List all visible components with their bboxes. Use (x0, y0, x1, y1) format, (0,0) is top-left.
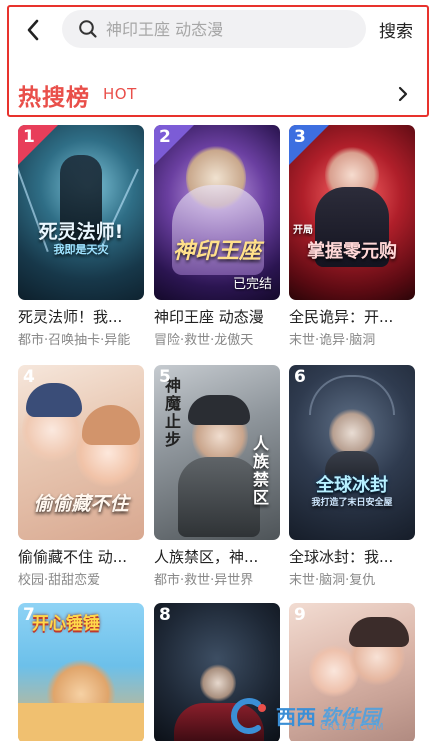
search-button[interactable]: 搜索 (379, 17, 413, 42)
comic-title: 全民诡异：开... (289, 308, 394, 326)
cover-subtitle: 我即是天灾 (53, 243, 109, 256)
rank-number: 9 (294, 605, 306, 625)
cover-subtitle: 人族禁区 (252, 434, 269, 507)
rank-number: 7 (23, 605, 35, 625)
comic-tags: 校园·甜甜恋爱 (18, 573, 101, 588)
rank-number: 1 (23, 127, 35, 147)
hot-list-header[interactable]: 热搜榜 HOT (0, 72, 433, 116)
cover-title: 偷偷藏不住 (33, 493, 129, 515)
comic-title: 偷偷藏不住 动... (18, 548, 128, 566)
comic-cover: 偷偷藏不住 4 (18, 365, 144, 540)
comic-cover: 开心锤锤 7 (18, 603, 144, 741)
comic-tags: 末世·脑洞·复仇 (289, 573, 376, 588)
cover-subtitle: 我打造了末日安全屋 (311, 498, 393, 508)
rank-number: 4 (23, 367, 35, 387)
rank-number: 2 (159, 127, 171, 147)
rank-number: 3 (294, 127, 306, 147)
top-bar: 搜索 (0, 0, 433, 60)
comic-title: 神印王座 动态漫 (154, 308, 264, 326)
comic-card[interactable]: 死灵法师! 我即是天灾 1 死灵法师！我... 都市·召唤抽卡·异能 (18, 125, 144, 348)
rank-number: 8 (159, 605, 171, 625)
watermark-text: 西西 (276, 705, 316, 729)
comic-cover: 神魔止步 人族禁区 5 (154, 365, 280, 540)
watermark-url: CR173.COM (320, 722, 385, 733)
comic-cover: 全球冰封 我打造了末日安全屋 6 (289, 365, 415, 540)
comic-cover: 掌握零元购 开局 3 (289, 125, 415, 300)
comic-cover: 死灵法师! 我即是天灾 1 (18, 125, 144, 300)
watermark: 西西 软件园 CR173.COM (228, 690, 433, 741)
comic-tags: 都市·救世·异世界 (154, 573, 254, 588)
search-input[interactable] (106, 19, 346, 39)
hot-list-title: 热搜榜 (18, 85, 90, 111)
back-button[interactable] (18, 16, 48, 44)
comic-card[interactable]: 掌握零元购 开局 3 全民诡异：开... 末世·诡异·脑洞 (289, 125, 415, 348)
cover-title: 掌握零元购 (307, 241, 397, 262)
hot-list-subtitle: HOT (103, 85, 137, 103)
comic-card[interactable]: 神魔止步 人族禁区 5 人族禁区，神... 都市·救世·异世界 (154, 365, 280, 588)
comic-tags: 末世·诡异·脑洞 (289, 333, 376, 348)
comic-card[interactable]: 偷偷藏不住 4 偷偷藏不住 动... 校园·甜甜恋爱 (18, 365, 144, 588)
cover-title: 全球冰封 (316, 475, 388, 496)
search-icon (78, 19, 98, 39)
chevron-left-icon (27, 19, 39, 41)
chevron-right-icon[interactable] (392, 82, 414, 106)
comic-card[interactable]: 开心锤锤 7 (18, 603, 144, 741)
comic-tags: 都市·召唤抽卡·异能 (18, 333, 131, 348)
search-bar[interactable] (62, 10, 366, 48)
comic-title: 死灵法师！我... (18, 308, 123, 326)
status-badge: 已完结 (232, 277, 272, 292)
cover-subtitle: 开局 (293, 225, 313, 236)
comic-title: 人族禁区，神... (154, 548, 259, 566)
comic-card[interactable]: 神印王座 已完结 2 神印王座 动态漫 冒险·救世·龙傲天 (154, 125, 280, 348)
comic-cover: 神印王座 已完结 2 (154, 125, 280, 300)
rank-number: 6 (294, 367, 306, 387)
comic-tags: 冒险·救世·龙傲天 (154, 333, 254, 348)
rank-number: 5 (159, 367, 171, 387)
cover-title: 神印王座 (172, 239, 261, 264)
watermark-logo (231, 697, 266, 734)
comic-title: 全球冰封：我... (289, 548, 394, 566)
cover-title: 死灵法师! (38, 221, 124, 243)
comic-card[interactable]: 全球冰封 我打造了末日安全屋 6 全球冰封：我... 末世·脑洞·复仇 (289, 365, 415, 588)
